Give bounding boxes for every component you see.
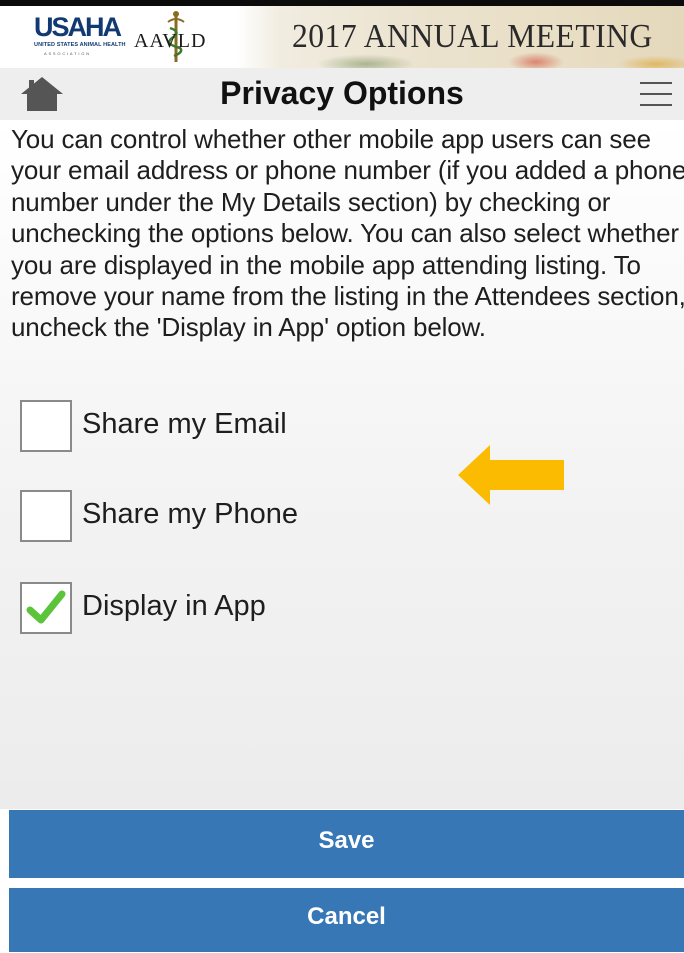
home-button[interactable] [20,76,64,112]
display-in-app-label: Display in App [82,590,266,622]
share-email-checkbox[interactable] [20,400,72,452]
save-button[interactable]: Save [9,810,684,878]
aavld-logo-text: AAVLD [134,30,207,52]
display-in-app-checkbox[interactable] [20,582,72,634]
share-email-label: Share my Email [82,408,287,440]
event-title: 2017 ANNUAL MEETING [292,18,653,55]
left-arrow-icon [458,445,564,505]
share-phone-checkbox[interactable] [20,490,72,542]
privacy-content: You can control whether other mobile app… [0,120,684,809]
cancel-button[interactable]: Cancel [9,888,684,952]
usaha-logo: USAHA UNITED STATES ANIMAL HEALTH ASSOCI… [34,10,126,60]
aavld-logo: AAVLD [134,10,214,64]
usaha-logo-subtitle: UNITED STATES ANIMAL HEALTH [34,42,126,48]
menu-button[interactable] [636,78,678,110]
page-header: Privacy Options [0,68,684,120]
usaha-logo-subtitle-2: ASSOCIATION [44,51,91,56]
event-banner: USAHA UNITED STATES ANIMAL HEALTH ASSOCI… [0,6,684,68]
usaha-logo-text: USAHA [34,12,122,42]
checkmark-icon [26,590,66,624]
page-title: Privacy Options [220,75,464,111]
home-icon [21,77,63,111]
share-email-option[interactable]: Share my Email [20,400,440,452]
share-phone-option[interactable]: Share my Phone [20,490,440,542]
display-in-app-option[interactable]: Display in App [20,582,440,634]
intro-text: You can control whether other mobile app… [11,124,684,343]
share-phone-label: Share my Phone [82,498,299,530]
